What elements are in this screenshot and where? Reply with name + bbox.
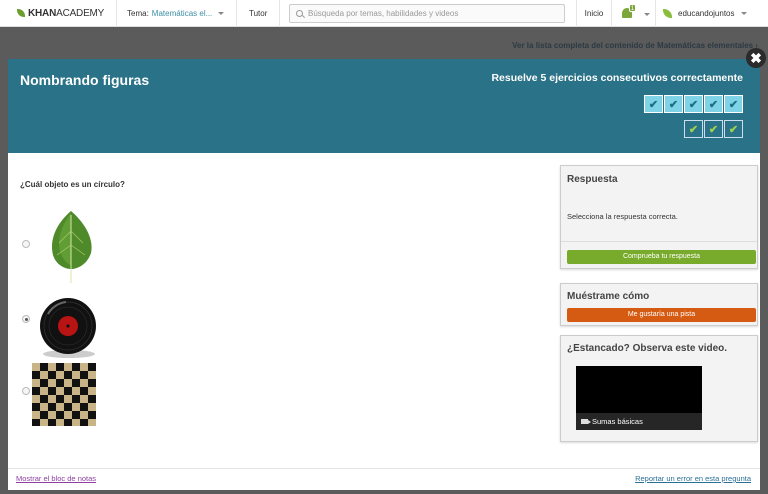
check-icon: ✔ — [684, 120, 703, 138]
report-error-link[interactable]: Reportar un error en esta pregunta — [635, 474, 751, 483]
video-heading: ¿Estancado? Observa este video. — [567, 343, 728, 354]
check-icon: ✔ — [724, 95, 743, 113]
check-icon: ✔ — [704, 95, 723, 113]
tutor-link[interactable]: Tutor — [237, 0, 281, 27]
page-title: Nombrando figuras — [20, 72, 150, 88]
chevron-down-icon — [644, 13, 650, 16]
answer-heading: Respuesta — [567, 174, 618, 185]
khan-leaf-icon — [17, 9, 25, 17]
topic-label: Tema: — [127, 8, 149, 18]
chevron-down-icon — [740, 12, 747, 15]
check-icon: ✔ — [724, 120, 743, 138]
video-title-bar: Sumas básicas — [576, 413, 702, 430]
exercise-modal: Nombrando figuras Resuelve 5 ejercicios … — [8, 59, 760, 490]
exercise-goal: Resuelve 5 ejercicios consecutivos corre… — [491, 72, 743, 84]
modal-footer: Mostrar el bloc de notas Reportar un err… — [8, 468, 760, 490]
chevron-down-icon — [218, 11, 225, 15]
breadcrumb[interactable]: Ver la lista completa del contenido de M… — [512, 41, 758, 50]
option-radio-checkerboard[interactable] — [22, 387, 30, 395]
search-input[interactable]: Búsqueda por temas, habilidades y videos — [289, 4, 565, 23]
video-panel: ¿Estancado? Observa este video. Sumas bá… — [560, 335, 758, 442]
answer-instruction: Selecciona la respuesta correcta. — [567, 212, 678, 221]
username: educandojuntos — [678, 9, 735, 18]
exercise-header: Nombrando figuras Resuelve 5 ejercicios … — [8, 59, 760, 153]
search-placeholder: Búsqueda por temas, habilidades y videos — [308, 9, 459, 18]
answer-panel: Respuesta Selecciona la respuesta correc… — [560, 165, 758, 269]
user-menu[interactable]: educandojuntos — [655, 0, 768, 27]
notifications-button[interactable]: 1 — [618, 4, 650, 22]
video-thumbnail[interactable]: Sumas básicas — [576, 366, 702, 430]
notification-badge: 1 — [629, 4, 636, 12]
logo-academy-text: ACADEMY — [56, 7, 105, 19]
check-icon: ✔ — [664, 95, 683, 113]
video-title: Sumas básicas — [592, 417, 643, 426]
show-notes-link[interactable]: Mostrar el bloc de notas — [16, 474, 96, 483]
topic-dropdown[interactable]: Tema: Matemáticas el... — [117, 0, 237, 27]
divider — [561, 241, 757, 242]
option-radio-vinyl[interactable] — [22, 315, 30, 323]
topic-value: Matemáticas el... — [151, 8, 213, 18]
hint-button[interactable]: Me gustaría una pista — [567, 308, 756, 322]
check-icon: ✔ — [644, 95, 663, 113]
checkerboard-image[interactable] — [32, 363, 96, 426]
video-camera-icon — [581, 419, 591, 424]
check-icon: ✔ — [684, 95, 703, 113]
vinyl-record-image[interactable] — [36, 296, 100, 360]
home-link[interactable]: Inicio — [576, 0, 612, 27]
khan-academy-logo[interactable]: KHAN ACADEMY — [0, 0, 117, 27]
check-icon: ✔ — [704, 120, 723, 138]
search-icon — [296, 10, 303, 17]
question-text: ¿Cuál objeto es un círculo? — [20, 180, 125, 189]
leaf-image[interactable] — [47, 209, 95, 283]
option-radio-leaf[interactable] — [22, 240, 30, 248]
progress-row-1: ✔ ✔ ✔ ✔ ✔ — [643, 95, 743, 113]
check-answer-button[interactable]: Comprueba tu respuesta — [567, 250, 756, 264]
close-icon[interactable]: ✖ — [746, 48, 766, 68]
progress-row-2: ✔ ✔ ✔ — [683, 120, 743, 138]
avatar — [663, 9, 672, 18]
hint-heading: Muéstrame cómo — [567, 291, 650, 302]
hint-panel: Muéstrame cómo Me gustaría una pista — [560, 283, 758, 326]
logo-khan-text: KHAN — [28, 7, 57, 19]
home-label: Inicio — [584, 9, 604, 18]
